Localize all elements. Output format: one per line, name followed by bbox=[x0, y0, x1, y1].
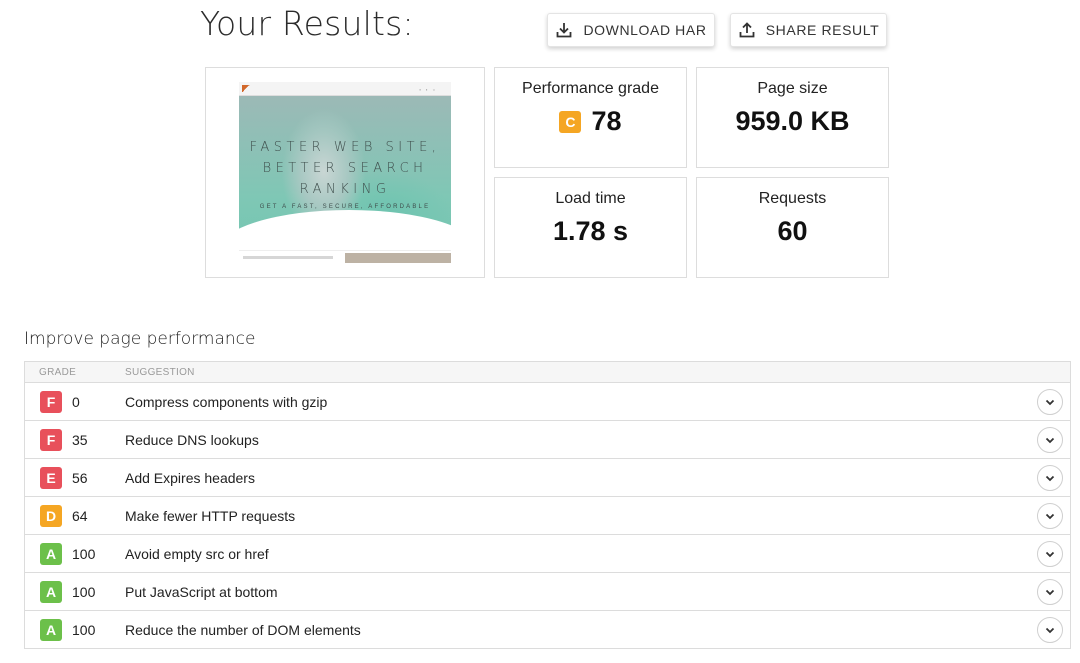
performance-score: 78 bbox=[591, 106, 622, 136]
suggestion-text: Make fewer HTTP requests bbox=[125, 508, 296, 524]
performance-grade-label: Performance grade bbox=[522, 80, 659, 97]
expand-button[interactable] bbox=[1037, 503, 1063, 529]
screenshot-headline: BETTER SEARCH bbox=[262, 161, 428, 176]
download-icon bbox=[557, 23, 572, 38]
table-row[interactable]: D 64 Make fewer HTTP requests bbox=[25, 497, 1070, 535]
score-value: 0 bbox=[72, 394, 80, 410]
expand-button[interactable] bbox=[1037, 389, 1063, 415]
expand-button[interactable] bbox=[1037, 465, 1063, 491]
table-row[interactable]: A 100 Avoid empty src or href bbox=[25, 535, 1070, 573]
grade-badge: A bbox=[40, 619, 62, 641]
grade-badge: E bbox=[40, 467, 62, 489]
column-header-suggestion: SUGGESTION bbox=[125, 367, 195, 378]
score-value: 100 bbox=[72, 584, 96, 600]
table-row[interactable]: F 0 Compress components with gzip bbox=[25, 383, 1070, 421]
chevron-down-icon bbox=[1045, 589, 1055, 596]
share-icon bbox=[739, 22, 755, 38]
expand-button[interactable] bbox=[1037, 579, 1063, 605]
chevron-down-icon bbox=[1045, 513, 1055, 520]
suggestion-text: Compress components with gzip bbox=[125, 394, 328, 410]
performance-grade-value: C 78 bbox=[495, 106, 686, 137]
column-header-grade: GRADE bbox=[39, 367, 77, 378]
requests-value: 60 bbox=[777, 216, 808, 246]
table-row[interactable]: F 35 Reduce DNS lookups bbox=[25, 421, 1070, 459]
table-row[interactable]: E 56 Add Expires headers bbox=[25, 459, 1070, 497]
share-result-label: SHARE RESULT bbox=[765, 22, 880, 38]
expand-button[interactable] bbox=[1037, 427, 1063, 453]
page-size-value: 959.0 KB bbox=[735, 106, 850, 136]
chevron-down-icon bbox=[1045, 437, 1055, 444]
download-har-button[interactable]: DOWNLOAD HAR bbox=[547, 13, 715, 47]
chevron-down-icon bbox=[1045, 551, 1055, 558]
screenshot-headline: FASTER WEB SITE, bbox=[249, 140, 441, 155]
table-row[interactable]: A 100 Put JavaScript at bottom bbox=[25, 573, 1070, 611]
grade-badge: F bbox=[40, 429, 62, 451]
page-size-label: Page size bbox=[757, 80, 828, 97]
performance-grade-card: Performance grade C 78 bbox=[494, 67, 687, 168]
grade-badge: C bbox=[559, 110, 582, 133]
load-time-value: 1.78 s bbox=[552, 216, 629, 246]
suggestion-text: Put JavaScript at bottom bbox=[125, 584, 278, 600]
requests-card: Requests 60 bbox=[696, 177, 889, 278]
table-row[interactable]: A 100 Reduce the number of DOM elements bbox=[25, 611, 1070, 649]
load-time-label: Load time bbox=[555, 190, 626, 207]
screenshot-navbar: ▪ ▪ ○ bbox=[239, 82, 451, 96]
chevron-down-icon bbox=[1045, 399, 1055, 406]
page-size-card: Page size 959.0 KB bbox=[696, 67, 889, 168]
expand-button[interactable] bbox=[1037, 541, 1063, 567]
suggestion-text: Reduce DNS lookups bbox=[125, 432, 259, 448]
share-result-button[interactable]: SHARE RESULT bbox=[730, 13, 887, 47]
table-header: GRADE SUGGESTION bbox=[25, 362, 1070, 383]
chevron-down-icon bbox=[1045, 475, 1055, 482]
section-title: Improve page performance bbox=[24, 329, 256, 349]
load-time-card: Load time 1.78 s bbox=[494, 177, 687, 278]
suggestions-table: GRADE SUGGESTION F 0 Compress components… bbox=[24, 361, 1071, 649]
suggestion-text: Reduce the number of DOM elements bbox=[125, 622, 361, 638]
screenshot-logo bbox=[242, 85, 250, 92]
page-screenshot: ▪ ▪ ○ FASTER WEB SITE, BETTER SEARCH RAN… bbox=[239, 82, 451, 264]
page-title: Your Results: bbox=[200, 4, 414, 43]
screenshot-footer-text bbox=[243, 256, 333, 259]
score-value: 100 bbox=[72, 622, 96, 638]
download-har-label: DOWNLOAD HAR bbox=[583, 22, 707, 38]
screenshot-nav: ▪ ▪ ○ bbox=[419, 87, 437, 92]
suggestion-text: Avoid empty src or href bbox=[125, 546, 269, 562]
page-screenshot-card: ▪ ▪ ○ FASTER WEB SITE, BETTER SEARCH RAN… bbox=[205, 67, 485, 278]
score-value: 35 bbox=[72, 432, 88, 448]
score-value: 100 bbox=[72, 546, 96, 562]
grade-badge: A bbox=[40, 581, 62, 603]
screenshot-footer bbox=[239, 250, 451, 264]
score-value: 56 bbox=[72, 470, 88, 486]
grade-badge: D bbox=[40, 505, 62, 527]
requests-label: Requests bbox=[758, 190, 827, 207]
grade-badge: A bbox=[40, 543, 62, 565]
suggestion-text: Add Expires headers bbox=[125, 470, 255, 486]
screenshot-headline: RANKING bbox=[299, 182, 391, 197]
expand-button[interactable] bbox=[1037, 617, 1063, 643]
score-value: 64 bbox=[72, 508, 88, 524]
screenshot-hero: FASTER WEB SITE, BETTER SEARCH RANKING G… bbox=[239, 96, 451, 264]
grade-badge: F bbox=[40, 391, 62, 413]
chevron-down-icon bbox=[1045, 627, 1055, 634]
screenshot-footer-image bbox=[345, 253, 451, 263]
